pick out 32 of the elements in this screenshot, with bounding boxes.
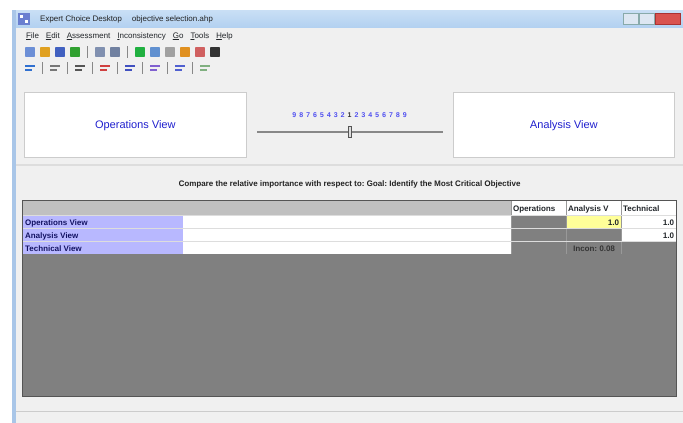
slider-thumb[interactable]: [348, 126, 352, 138]
row-label[interactable]: Technical View: [23, 242, 183, 254]
toolbar-icon[interactable]: [54, 46, 66, 58]
window-title: Expert Choice Desktop: [40, 13, 122, 25]
row-label[interactable]: Operations View: [23, 216, 183, 228]
scale-slider[interactable]: [256, 125, 442, 140]
column-header: Analysis V: [566, 201, 621, 215]
toolbar-icon[interactable]: [209, 46, 221, 58]
menu-item[interactable]: File: [26, 30, 39, 42]
toolbar-icon[interactable]: [74, 62, 86, 74]
column-header: Technical: [621, 201, 676, 215]
app-icon: [18, 13, 30, 25]
left-element-box: Operations View: [24, 92, 246, 158]
menu-item[interactable]: Go: [172, 30, 184, 42]
matrix-cell[interactable]: 1.0: [621, 229, 676, 241]
close-button[interactable]: [655, 13, 681, 25]
document-name: objective selection.ahp: [132, 13, 213, 25]
maximize-button[interactable]: [639, 13, 655, 25]
minimize-button[interactable]: [623, 13, 639, 25]
column-header: Operations: [511, 201, 566, 215]
menu-item[interactable]: Help: [216, 30, 233, 42]
matrix-cell[interactable]: 1.0: [621, 216, 676, 228]
matrix-cell[interactable]: 1.0: [566, 216, 621, 228]
menu-item[interactable]: Tools: [190, 30, 210, 42]
menu-item[interactable]: Inconsistency: [117, 30, 166, 42]
right-element-box: Analysis View: [452, 92, 675, 158]
row-label[interactable]: Analysis View: [23, 229, 183, 241]
menu-item[interactable]: Edit: [46, 30, 60, 42]
comparison-prompt: Compare the relative importance with respect to: Goal: Identify the Most Critical Objective: [178, 178, 522, 190]
toolbar-icon[interactable]: [124, 62, 136, 74]
menu-item[interactable]: Assessment: [66, 30, 110, 42]
toolbar-icon[interactable]: [174, 62, 186, 74]
